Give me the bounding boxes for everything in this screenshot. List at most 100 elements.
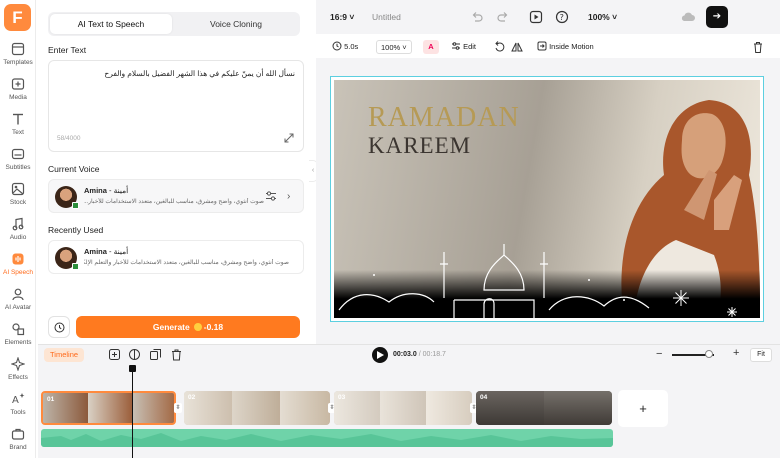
trash-icon[interactable] xyxy=(752,40,764,54)
history-button[interactable] xyxy=(48,316,70,338)
canvas-title-line2[interactable]: KAREEM xyxy=(368,133,471,159)
clip-thumbnail xyxy=(232,391,280,425)
rail-item-subtitles[interactable]: Subtitles xyxy=(0,147,36,181)
generate-cost: -0.18 xyxy=(203,322,224,332)
zoom-select[interactable]: 100% ˅ xyxy=(588,12,617,22)
rail-item-text[interactable]: Text xyxy=(0,112,36,146)
enter-text-title: Enter Text xyxy=(48,45,87,55)
templates-icon xyxy=(11,42,25,56)
edit-button[interactable]: Edit xyxy=(451,40,476,54)
split-icon[interactable] xyxy=(128,348,141,361)
rail-item-stock[interactable]: Stock xyxy=(0,182,36,216)
waveform xyxy=(41,433,613,447)
rail-item-ai-avatar[interactable]: AI Avatar xyxy=(0,287,36,321)
rail-item-templates[interactable]: Templates xyxy=(0,42,36,76)
cloud-icon[interactable] xyxy=(680,10,696,24)
panel-tabs: AI Text to Speech Voice Cloning xyxy=(48,12,300,36)
scale-select[interactable]: 100% ˅ xyxy=(376,40,412,54)
rail-label: Templates xyxy=(3,59,33,66)
text-input[interactable]: نسأل الله أن يمنّ عليكم في هذا الشهر الف… xyxy=(48,60,304,152)
rail-label: Text xyxy=(12,129,24,136)
clip-thumbnail xyxy=(280,391,330,425)
rail-item-brand[interactable]: Brand xyxy=(0,427,36,458)
redo-icon[interactable] xyxy=(496,10,510,24)
zoom-out-icon[interactable]: − xyxy=(656,348,662,360)
timeline-clip[interactable]: 04 xyxy=(476,391,612,425)
timeline-clip[interactable]: 03 xyxy=(334,391,472,425)
clip-number: 04 xyxy=(480,394,488,401)
media-icon xyxy=(11,78,25,90)
timeline-clip[interactable]: 01 xyxy=(41,391,176,425)
voice-description: صوت أنثوي، واضح ومشرق، مناسب للبالغين، م… xyxy=(84,199,264,205)
text-input-value: نسأل الله أن يمنّ عليكم في هذا الشهر الف… xyxy=(104,69,295,78)
zoom-in-icon[interactable]: + xyxy=(733,347,739,359)
expand-icon[interactable] xyxy=(284,133,294,143)
element-toolbar: 5.0s 100% ˅ A Edit Inside Motion xyxy=(324,36,772,58)
play-button[interactable] xyxy=(372,347,388,363)
coin-icon xyxy=(193,323,202,331)
clip-thumbnail xyxy=(380,391,426,425)
text-icon xyxy=(13,113,23,125)
current-voice-title: Current Voice xyxy=(48,164,100,174)
rail-item-tools[interactable]: A Tools xyxy=(0,392,36,426)
playhead[interactable] xyxy=(132,367,133,458)
rail-item-effects[interactable]: Effects xyxy=(0,357,36,391)
svg-text:?: ? xyxy=(560,13,564,22)
delete-icon[interactable] xyxy=(170,348,183,361)
flag-icon xyxy=(72,263,79,270)
ai-speech-panel: AI Text to Speech Voice Cloning Enter Te… xyxy=(38,0,312,344)
effects-icon xyxy=(11,357,25,371)
audio-track[interactable] xyxy=(41,429,613,447)
rail-item-audio[interactable]: Audio xyxy=(0,217,36,251)
recent-voice-card[interactable]: Amina - أمينة صوت أنثوي، واضح ومشرق، منا… xyxy=(48,240,304,274)
duration-control[interactable]: 5.0s xyxy=(332,40,358,54)
undo-icon[interactable] xyxy=(470,10,484,24)
aspect-ratio-select[interactable]: 16:9 ˅ xyxy=(330,12,354,22)
timeline-clip[interactable]: 02 xyxy=(184,391,330,425)
canvas-title-line1[interactable]: RAMADAN xyxy=(368,102,520,134)
ramadan-scene[interactable]: RAMADAN KAREEM xyxy=(334,80,760,318)
add-track-icon[interactable] xyxy=(108,348,121,361)
rail-label: Elements xyxy=(4,339,32,346)
flip-icon[interactable] xyxy=(511,40,523,54)
rail-label: Stock xyxy=(9,199,27,206)
clock-icon xyxy=(54,322,65,333)
rail-item-media[interactable]: Media xyxy=(0,77,36,111)
rail-label: Effects xyxy=(8,374,28,381)
clip-number: 03 xyxy=(338,394,346,401)
chevron-right-icon[interactable]: › xyxy=(287,191,295,203)
clip-number: 01 xyxy=(47,396,55,403)
timeline-badge[interactable]: Timeline xyxy=(44,348,85,362)
elements-icon xyxy=(12,323,25,336)
current-voice-card[interactable]: Amina - أمينة صوت أنثوي، واضح ومشرق، منا… xyxy=(48,179,304,213)
generate-button[interactable]: Generate -0.18 xyxy=(76,316,300,338)
stock-icon xyxy=(11,182,25,196)
ai-enhance-icon[interactable]: A xyxy=(423,40,439,54)
tab-ai-text-to-speech[interactable]: AI Text to Speech xyxy=(50,14,172,34)
timeline-panel: Timeline 00:03.0 / 00:18.7 − + Fit 01 ⇳ … xyxy=(38,344,780,458)
playback-time: 00:03.0 / 00:18.7 xyxy=(393,351,446,358)
export-button[interactable]: ➔ xyxy=(706,6,728,28)
voice-settings-icon[interactable] xyxy=(265,190,277,202)
selected-canvas-frame[interactable]: RAMADAN KAREEM xyxy=(330,76,764,322)
preview-icon[interactable] xyxy=(529,10,543,24)
duplicate-icon[interactable] xyxy=(149,348,162,361)
mosque-silhouette-icon xyxy=(338,244,650,318)
voice-name: Amina - أمينة xyxy=(84,247,129,256)
rotate-icon[interactable] xyxy=(493,40,505,54)
char-count: 58/4000 xyxy=(57,135,81,142)
voice-avatar xyxy=(55,247,79,270)
fit-button[interactable]: Fit xyxy=(750,348,772,362)
play-icon xyxy=(377,351,384,359)
zoom-slider-handle[interactable] xyxy=(705,350,713,358)
clip-thumbnail xyxy=(88,393,133,423)
rail-item-ai-speech[interactable]: AI Speech xyxy=(0,252,36,286)
add-clip-button[interactable]: + xyxy=(618,390,668,427)
inside-motion-button[interactable]: Inside Motion xyxy=(537,40,594,54)
tab-voice-cloning[interactable]: Voice Cloning xyxy=(175,14,297,34)
transition-icon[interactable]: ⇳ xyxy=(174,403,182,413)
app-logo[interactable]: F xyxy=(4,4,31,31)
rail-item-elements[interactable]: Elements xyxy=(0,322,36,356)
project-title[interactable]: Untitled xyxy=(372,12,401,22)
help-icon[interactable]: ? xyxy=(555,10,569,24)
